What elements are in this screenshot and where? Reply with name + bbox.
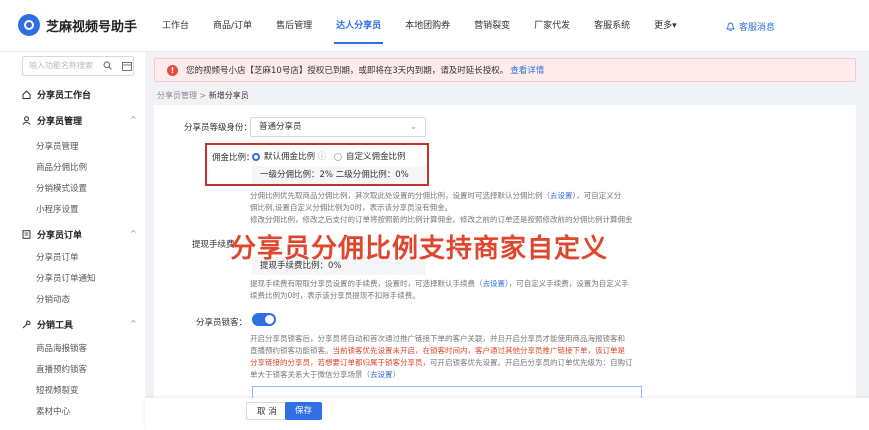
layout-icon[interactable] [122, 62, 132, 71]
breadcrumb: 分享员管理 > 新增分享员 [157, 90, 249, 101]
radio-default-commission[interactable]: 默认佣金比例 ⓘ [252, 150, 326, 162]
nav-more[interactable]: 更多▾ [642, 0, 689, 52]
sidebar-section-sharer-orders[interactable]: 分享员订单 [22, 228, 82, 241]
nav-products-orders[interactable]: 商品/订单 [201, 0, 264, 52]
radio-checked-icon [252, 152, 260, 161]
lock-customer-description: 开启分享员锁客后，分享员将自动和首次通过推广链接下单的客户关联，并且开启分享员才… [250, 334, 633, 379]
promo-overlay-caption: 分享员分佣比例支持商家自定义 [230, 234, 609, 264]
commission-values: 一级分佣比例：2% 二级分佣比例：0% [252, 166, 426, 184]
sidebar-section-label: 分销工具 [37, 321, 74, 331]
nav-dropship[interactable]: 厂家代发 [522, 0, 582, 52]
chevron-up-icon[interactable]: ^ [130, 319, 137, 328]
breadcrumb-current: 新增分享员 [208, 91, 249, 100]
commission-label: 佣金比例： [212, 153, 255, 163]
nav-customer-service[interactable]: 客服系统 [582, 0, 642, 52]
service-label: 客服消息 [739, 23, 776, 33]
sidebar-item-distribution-feed[interactable]: 分销动态 [36, 293, 70, 305]
app-title: 芝麻视频号助手 [46, 19, 138, 35]
logo-icon [18, 14, 40, 36]
nav-sharer[interactable]: 达人分享员 [324, 0, 393, 52]
help-icon[interactable]: ⓘ [318, 152, 327, 162]
sidebar-item-commission-ratio[interactable]: 商品分佣比例 [36, 161, 87, 173]
document-icon [22, 230, 31, 239]
sidebar-item-materials[interactable]: 素材中心 [36, 405, 70, 417]
radio-unchecked-icon [334, 152, 342, 161]
sidebar-section-label: 分享员管理 [37, 117, 83, 127]
sidebar-item-sharer-orders[interactable]: 分享员订单 [36, 251, 79, 263]
lock-customer-label: 分享员锁客： [196, 318, 248, 328]
chevron-up-icon[interactable]: ^ [130, 115, 137, 124]
search-icon[interactable] [103, 61, 112, 70]
sidebar-item-order-notify[interactable]: 分享员订单通知 [36, 272, 96, 284]
sidebar-item-poster-lock[interactable]: 商品海报锁客 [36, 342, 87, 354]
search-input[interactable]: 输入功能名称搜索 [22, 56, 134, 76]
save-button[interactable]: 保存 [285, 402, 323, 420]
sidebar-item-sharer-mgmt[interactable]: 分享员管理 [36, 140, 79, 152]
service-messages[interactable]: 客服消息 [726, 20, 775, 33]
main-nav: 工作台 商品/订单 售后管理 达人分享员 本地团购券 营销裂变 厂家代发 客服系… [150, 0, 689, 52]
top-bar: 芝麻视频号助手 工作台 商品/订单 售后管理 达人分享员 本地团购券 营销裂变 … [0, 0, 869, 52]
expiry-alert: ! 您的视频号小店【芝麻10号店】授权已到期，或即将在3天内到期，请及时延长授权… [154, 58, 856, 82]
withdraw-fee-description: 提现手续费有限取分享员设置的手续费，设置时，可选择默认手续费（去设置），可自定义… [250, 279, 629, 300]
user-icon [22, 116, 31, 125]
nav-local-coupon[interactable]: 本地团购券 [393, 0, 462, 52]
app-logo[interactable]: 芝麻视频号助手 [18, 14, 137, 36]
commission-description: 分佣比例优先取商品分佣比例，其次取此处设置的分佣比例，设置时可选择默认分佣比例（… [250, 191, 633, 224]
sidebar-item-distribution-mode[interactable]: 分销模式设置 [36, 182, 87, 194]
home-icon [22, 90, 31, 99]
sidebar-item-short-video[interactable]: 短视频裂变 [36, 384, 79, 396]
level-select-value: 普通分享员 [259, 122, 302, 132]
tools-icon [22, 320, 31, 329]
lock-settings-link[interactable]: 去设置 [370, 370, 393, 379]
nav-marketing[interactable]: 营销裂变 [462, 0, 522, 52]
commission-settings-link[interactable]: 去设置 [550, 191, 573, 200]
alert-text: 您的视频号小店【芝麻10号店】授权已到期，或即将在3天内到期，请及时延长授权。 [186, 66, 509, 76]
sidebar-section-sharer-mgmt[interactable]: 分享员管理 [22, 114, 82, 127]
level-select[interactable]: 普通分享员 ⌄ [250, 117, 426, 137]
sidebar-section-label: 分享员订单 [37, 231, 83, 241]
nav-workbench[interactable]: 工作台 [150, 0, 201, 52]
breadcrumb-parent[interactable]: 分享员管理 [157, 91, 197, 100]
sidebar-workbench[interactable]: 分享员工作台 [22, 88, 91, 101]
bell-icon [726, 22, 735, 31]
chevron-up-icon[interactable]: ^ [130, 229, 137, 238]
sidebar-item-mini-program[interactable]: 小程序设置 [36, 203, 79, 215]
chevron-down-icon: ⌄ [409, 122, 417, 132]
level-label: 分享员等级身份： [184, 123, 253, 133]
nav-after-sales[interactable]: 售后管理 [264, 0, 324, 52]
cancel-button[interactable]: 取 消 [246, 402, 288, 420]
lock-customer-toggle[interactable] [252, 313, 276, 326]
alert-icon: ! [167, 64, 178, 76]
fee-settings-link[interactable]: 去设置 [483, 279, 506, 288]
breadcrumb-separator: > [199, 91, 207, 100]
withdraw-fee-label: 提现手续费 [192, 240, 235, 250]
sidebar-item-live-lock[interactable]: 直播预约锁客 [36, 363, 87, 375]
alert-details-link[interactable]: 查看详情 [510, 64, 544, 76]
sidebar-workbench-label: 分享员工作台 [37, 91, 92, 101]
radio-custom-commission[interactable]: 自定义佣金比例 [334, 150, 406, 162]
sidebar-section-tools[interactable]: 分销工具 [22, 318, 73, 331]
